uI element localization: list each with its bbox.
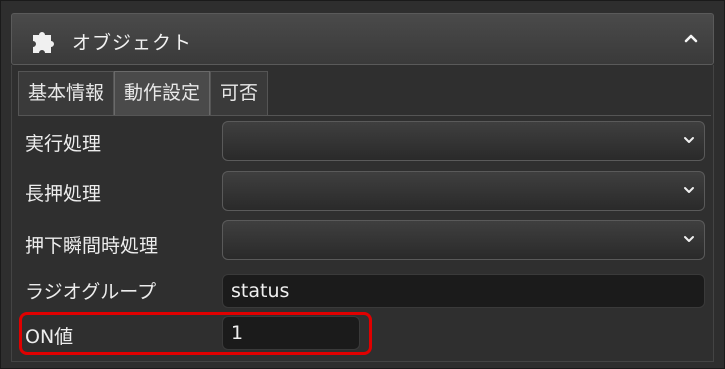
- object-panel: オブジェクト 基本情報 動作設定 可否 実行処理 長押処理 押下瞬間時処理 ラジ…: [0, 0, 725, 369]
- puzzle-icon: [33, 32, 54, 53]
- highlight-box: [19, 312, 372, 355]
- radio-group-input[interactable]: status: [222, 274, 705, 308]
- tab-basic-info[interactable]: 基本情報: [18, 71, 115, 115]
- panel-title: オブジェクト: [72, 32, 193, 54]
- tab-bar: 基本情報 動作設定 可否: [18, 71, 269, 115]
- press-moment-select[interactable]: [222, 220, 705, 260]
- long-press-label: 長押処理: [25, 183, 102, 205]
- panel-header[interactable]: オブジェクト: [11, 13, 714, 65]
- execute-label: 実行処理: [25, 133, 102, 155]
- tab-action-settings[interactable]: 動作設定: [114, 71, 211, 115]
- chevron-down-icon: [684, 187, 694, 193]
- panel-body: 基本情報 動作設定 可否 実行処理 長押処理 押下瞬間時処理 ラジオグループ s…: [11, 65, 714, 362]
- execute-select[interactable]: [222, 121, 705, 161]
- chevron-up-icon[interactable]: [683, 30, 699, 46]
- chevron-down-icon: [684, 236, 694, 242]
- press-moment-label: 押下瞬間時処理: [25, 235, 159, 257]
- chevron-down-icon: [684, 137, 694, 143]
- tab-divider: [18, 115, 711, 116]
- radio-group-label: ラジオグループ: [25, 281, 157, 303]
- tab-availability[interactable]: 可否: [210, 71, 269, 115]
- long-press-select[interactable]: [222, 171, 705, 211]
